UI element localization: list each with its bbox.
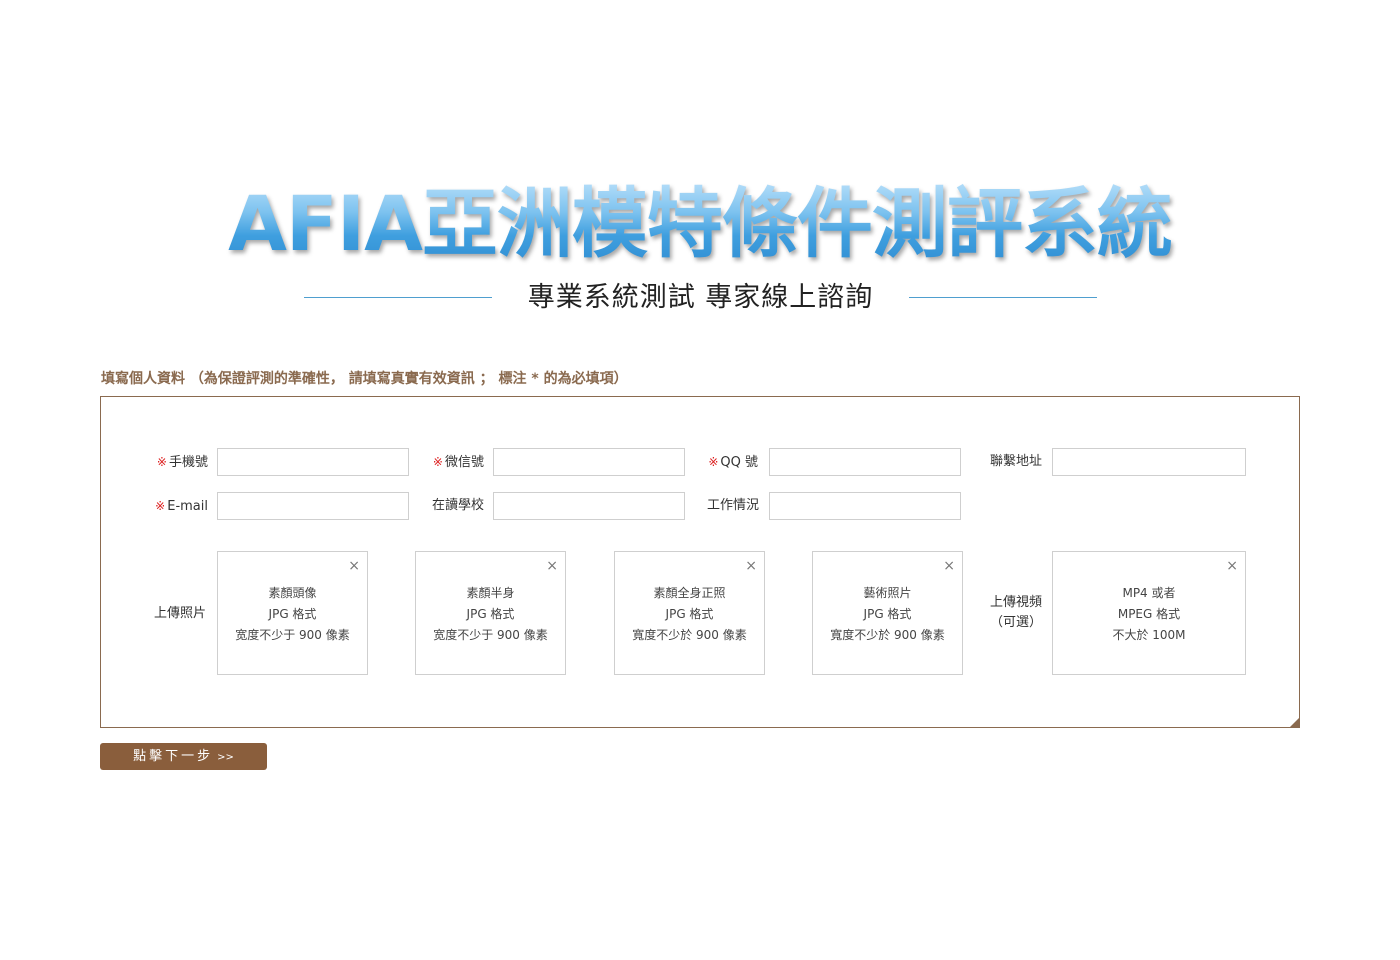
upload-slot-text: 素顏全身正照 JPG 格式 寬度不少於 900 像素: [615, 583, 764, 646]
next-step-button[interactable]: 點擊下一步 >>: [100, 743, 267, 770]
upload-slot-title: 藝術照片: [863, 586, 912, 600]
wechat-label-text: 微信號: [444, 455, 484, 470]
video-upload-label: 上傳視頻 （可選）: [980, 593, 1052, 633]
photo-upload-label: 上傳照片: [153, 606, 206, 621]
required-mark: ※: [156, 455, 167, 469]
upload-slot-format: JPG 格式: [466, 607, 515, 621]
upload-slot-headshot[interactable]: × 素顏頭像 JPG 格式 宽度不少于 900 像素: [217, 551, 368, 675]
upload-slot-title: 素顏半身: [466, 586, 515, 600]
required-mark: ※: [708, 455, 719, 469]
qq-label-text: QQ 號: [720, 455, 758, 470]
upload-slot-size-note: 宽度不少于 900 像素: [433, 628, 548, 642]
tagline-divider-left: [304, 297, 492, 298]
upload-slot-text: 素顏半身 JPG 格式 宽度不少于 900 像素: [416, 583, 565, 646]
mobile-label-text: 手機號: [168, 455, 208, 470]
upload-slot-text: MP4 或者 MPEG 格式 不大於 100M: [1053, 583, 1245, 646]
upload-slot-full-body[interactable]: × 素顏全身正照 JPG 格式 寬度不少於 900 像素: [614, 551, 765, 675]
close-icon[interactable]: ×: [546, 556, 558, 576]
close-icon[interactable]: ×: [348, 556, 360, 576]
school-label: 在讀學校: [431, 498, 484, 513]
upload-slot-video[interactable]: × MP4 或者 MPEG 格式 不大於 100M: [1052, 551, 1246, 675]
upload-slot-format: JPG 格式: [268, 607, 317, 621]
close-icon[interactable]: ×: [745, 556, 757, 576]
work-input[interactable]: [769, 492, 961, 520]
video-upload-label-line2: （可選）: [989, 615, 1042, 630]
email-label-text: E-mail: [167, 499, 208, 514]
qq-input[interactable]: [769, 448, 961, 476]
next-step-label: 點擊下一步: [133, 749, 214, 764]
section-title: 填寫個人資料 （為保證評測的準確性， 請填寫真實有效資訊 ； 標注 * 的為必填…: [101, 371, 628, 387]
required-mark: ※: [432, 455, 443, 469]
tagline-divider-right: [909, 297, 1097, 298]
tagline-row: 專業系統測試 專家線上諮詢: [304, 278, 1097, 318]
upload-slot-title: MP4 或者: [1122, 586, 1176, 600]
work-label: 工作情況: [706, 498, 759, 513]
upload-slot-size-note: 宽度不少于 900 像素: [235, 628, 350, 642]
wechat-label: ※ 微信號: [396, 447, 484, 477]
upload-slot-size-note: 不大於 100M: [1112, 628, 1186, 642]
qq-label: ※ QQ 號: [670, 447, 758, 477]
upload-slot-art-photo[interactable]: × 藝術照片 JPG 格式 寬度不少於 900 像素: [812, 551, 963, 675]
email-input[interactable]: [217, 492, 409, 520]
wechat-input[interactable]: [493, 448, 685, 476]
upload-slot-size-note: 寬度不少於 900 像素: [830, 628, 945, 642]
upload-slot-text: 素顏頭像 JPG 格式 宽度不少于 900 像素: [218, 583, 367, 646]
upload-slot-text: 藝術照片 JPG 格式 寬度不少於 900 像素: [813, 583, 962, 646]
email-label: ※ E-mail: [120, 491, 208, 521]
mobile-label: ※ 手機號: [120, 447, 208, 477]
tagline: 專業系統測試 專家線上諮詢: [527, 282, 874, 313]
upload-slot-format: JPG 格式: [665, 607, 714, 621]
close-icon[interactable]: ×: [943, 556, 955, 576]
video-upload-label-line1: 上傳視頻: [989, 595, 1042, 610]
close-icon[interactable]: ×: [1226, 556, 1238, 576]
mobile-input[interactable]: [217, 448, 409, 476]
upload-slot-title: 素顏全身正照: [653, 586, 726, 600]
address-label: 聯繫地址: [989, 454, 1042, 469]
required-mark: ※: [155, 499, 166, 513]
panel-corner-decoration: [1290, 718, 1299, 727]
chevron-right-icon: >>: [217, 752, 234, 763]
page-title: AFIA亞洲模特條件測評系統: [0, 176, 1400, 272]
upload-slot-format: MPEG 格式: [1117, 607, 1181, 621]
upload-slot-format: JPG 格式: [863, 607, 912, 621]
upload-slot-title: 素顏頭像: [268, 586, 317, 600]
address-input[interactable]: [1052, 448, 1246, 476]
school-input[interactable]: [493, 492, 685, 520]
page: AFIA亞洲模特條件測評系統 專業系統測試 專家線上諮詢 填寫個人資料 （為保證…: [0, 0, 1400, 960]
upload-slot-half-body[interactable]: × 素顏半身 JPG 格式 宽度不少于 900 像素: [415, 551, 566, 675]
upload-slot-size-note: 寬度不少於 900 像素: [632, 628, 747, 642]
